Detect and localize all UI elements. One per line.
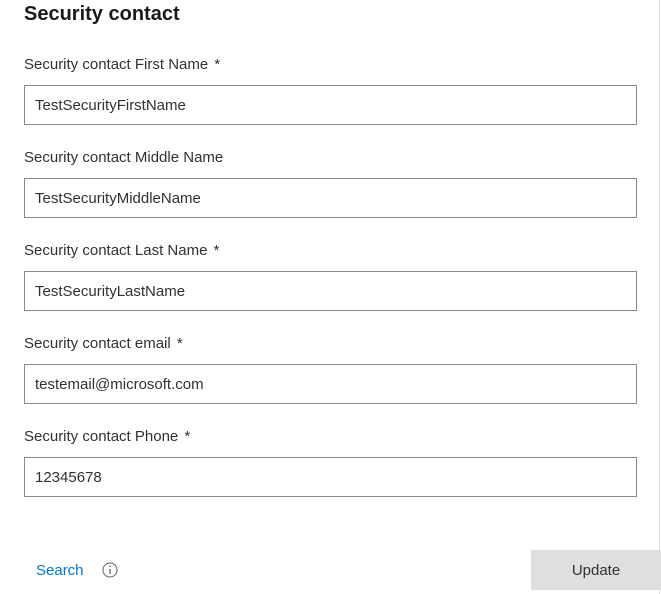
first-name-input[interactable] (24, 85, 637, 125)
middle-name-input[interactable] (24, 178, 637, 218)
required-indicator: * (177, 335, 183, 352)
middle-name-label-text: Security contact Middle Name (24, 149, 223, 166)
email-input[interactable] (24, 364, 637, 404)
phone-input[interactable] (24, 457, 637, 497)
footer-bar: Search Update (0, 546, 661, 594)
required-indicator: * (214, 242, 220, 259)
last-name-label: Security contact Last Name * (24, 242, 637, 259)
email-label: Security contact email * (24, 335, 637, 352)
security-contact-form: Security contact First Name * Security c… (0, 56, 661, 497)
phone-label-text: Security contact Phone (24, 428, 178, 445)
first-name-label-text: Security contact First Name (24, 56, 208, 73)
required-indicator: * (214, 56, 220, 73)
info-icon[interactable] (102, 562, 118, 578)
footer-left: Search (36, 562, 118, 579)
middle-name-label: Security contact Middle Name (24, 149, 637, 166)
required-indicator: * (184, 428, 190, 445)
vertical-divider (659, 0, 660, 594)
phone-label: Security contact Phone * (24, 428, 637, 445)
phone-group: Security contact Phone * (24, 428, 637, 497)
last-name-input[interactable] (24, 271, 637, 311)
email-label-text: Security contact email (24, 335, 171, 352)
email-group: Security contact email * (24, 335, 637, 404)
section-title: Security contact (24, 0, 661, 28)
search-link[interactable]: Search (36, 562, 84, 579)
last-name-label-text: Security contact Last Name (24, 242, 207, 259)
last-name-group: Security contact Last Name * (24, 242, 637, 311)
update-button[interactable]: Update (531, 550, 661, 590)
first-name-group: Security contact First Name * (24, 56, 637, 125)
middle-name-group: Security contact Middle Name (24, 149, 637, 218)
first-name-label: Security contact First Name * (24, 56, 637, 73)
